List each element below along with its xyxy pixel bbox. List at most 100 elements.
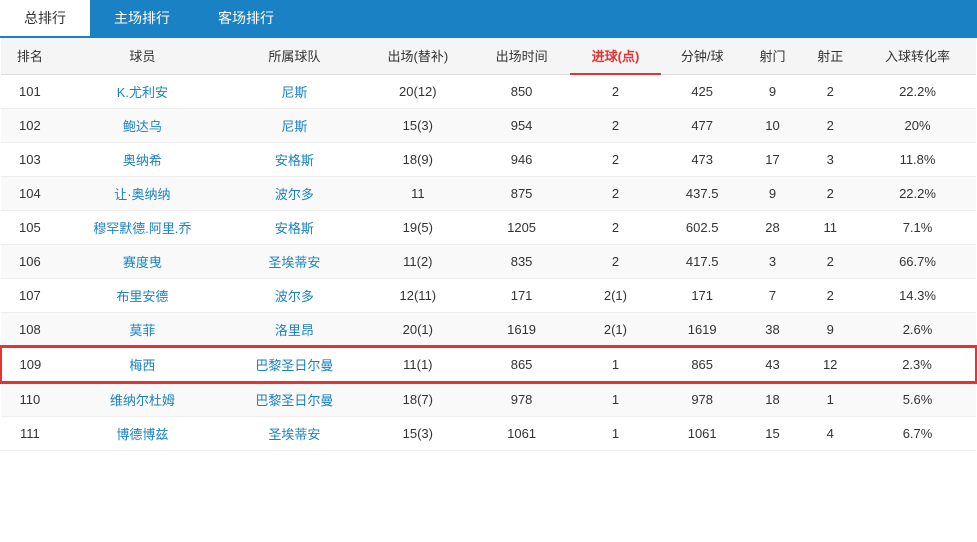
cell-team[interactable]: 安格斯	[226, 210, 363, 244]
cell-goals: 2(1)	[570, 312, 661, 347]
col-conversion: 入球转化率	[859, 38, 976, 74]
cell-conversion: 66.7%	[859, 244, 976, 278]
cell-player[interactable]: K.尤利安	[59, 74, 226, 108]
stats-table: 排名 球员 所属球队 出场(替补) 出场时间 进球(点) 分钟/球 射门 射正 …	[0, 38, 977, 451]
cell-rank: 106	[1, 244, 59, 278]
cell-conversion: 5.6%	[859, 382, 976, 417]
cell-player[interactable]: 鲍达乌	[59, 108, 226, 142]
cell-rank: 109	[1, 347, 59, 382]
cell-shots: 38	[744, 312, 802, 347]
cell-appearances: 20(1)	[363, 312, 473, 347]
cell-rank: 102	[1, 108, 59, 142]
cell-goals: 2(1)	[570, 278, 661, 312]
col-team: 所属球队	[226, 38, 363, 74]
cell-conversion: 2.3%	[859, 347, 976, 382]
tabs-container: 总排行 主场排行 客场排行	[0, 0, 977, 38]
cell-player[interactable]: 布里安德	[59, 278, 226, 312]
cell-min_per_goal: 171	[661, 278, 744, 312]
cell-appearances: 18(9)	[363, 142, 473, 176]
cell-player[interactable]: 博德博兹	[59, 416, 226, 450]
col-on-target: 射正	[801, 38, 859, 74]
cell-team[interactable]: 尼斯	[226, 108, 363, 142]
tab-overall[interactable]: 总排行	[0, 0, 90, 36]
tab-bar: 总排行 主场排行 客场排行	[0, 0, 977, 38]
cell-team[interactable]: 圣埃蒂安	[226, 244, 363, 278]
cell-conversion: 22.2%	[859, 176, 976, 210]
cell-team[interactable]: 波尔多	[226, 278, 363, 312]
cell-minutes_played: 850	[473, 74, 570, 108]
cell-appearances: 15(3)	[363, 416, 473, 450]
cell-shots: 17	[744, 142, 802, 176]
cell-player[interactable]: 让·奥纳纳	[59, 176, 226, 210]
table-row: 104让·奥纳纳波尔多118752437.59222.2%	[1, 176, 976, 210]
cell-goals: 2	[570, 244, 661, 278]
tab-home[interactable]: 主场排行	[90, 0, 194, 36]
table-row: 111博德博兹圣埃蒂安15(3)1061110611546.7%	[1, 416, 976, 450]
cell-minutes_played: 875	[473, 176, 570, 210]
cell-min_per_goal: 477	[661, 108, 744, 142]
cell-minutes_played: 1061	[473, 416, 570, 450]
cell-shots: 7	[744, 278, 802, 312]
cell-player[interactable]: 奥纳希	[59, 142, 226, 176]
cell-on_target: 2	[801, 244, 859, 278]
cell-conversion: 2.6%	[859, 312, 976, 347]
cell-conversion: 20%	[859, 108, 976, 142]
cell-minutes_played: 1205	[473, 210, 570, 244]
cell-team[interactable]: 圣埃蒂安	[226, 416, 363, 450]
cell-shots: 15	[744, 416, 802, 450]
table-row: 105穆罕默德.阿里.乔安格斯19(5)12052602.528117.1%	[1, 210, 976, 244]
cell-min_per_goal: 425	[661, 74, 744, 108]
cell-team[interactable]: 安格斯	[226, 142, 363, 176]
cell-on_target: 1	[801, 382, 859, 417]
cell-appearances: 15(3)	[363, 108, 473, 142]
cell-min_per_goal: 437.5	[661, 176, 744, 210]
cell-appearances: 11(1)	[363, 347, 473, 382]
cell-shots: 9	[744, 176, 802, 210]
cell-on_target: 12	[801, 347, 859, 382]
cell-rank: 101	[1, 74, 59, 108]
cell-team[interactable]: 巴黎圣日尔曼	[226, 347, 363, 382]
cell-player[interactable]: 莫菲	[59, 312, 226, 347]
cell-on_target: 2	[801, 278, 859, 312]
table-container: 排名 球员 所属球队 出场(替补) 出场时间 进球(点) 分钟/球 射门 射正 …	[0, 38, 977, 451]
cell-goals: 1	[570, 416, 661, 450]
cell-minutes_played: 954	[473, 108, 570, 142]
cell-conversion: 7.1%	[859, 210, 976, 244]
col-min-per-goal: 分钟/球	[661, 38, 744, 74]
table-row: 103奥纳希安格斯18(9)946247317311.8%	[1, 142, 976, 176]
cell-goals: 2	[570, 108, 661, 142]
cell-player[interactable]: 维纳尔杜姆	[59, 382, 226, 417]
cell-appearances: 11	[363, 176, 473, 210]
cell-goals: 1	[570, 382, 661, 417]
cell-shots: 43	[744, 347, 802, 382]
col-minutes: 出场时间	[473, 38, 570, 74]
cell-rank: 108	[1, 312, 59, 347]
cell-on_target: 11	[801, 210, 859, 244]
cell-rank: 111	[1, 416, 59, 450]
cell-rank: 103	[1, 142, 59, 176]
cell-appearances: 18(7)	[363, 382, 473, 417]
table-row: 102鲍达乌尼斯15(3)954247710220%	[1, 108, 976, 142]
cell-appearances: 19(5)	[363, 210, 473, 244]
cell-goals: 2	[570, 176, 661, 210]
cell-goals: 2	[570, 142, 661, 176]
cell-on_target: 3	[801, 142, 859, 176]
cell-shots: 9	[744, 74, 802, 108]
cell-minutes_played: 835	[473, 244, 570, 278]
cell-team[interactable]: 洛里昂	[226, 312, 363, 347]
cell-team[interactable]: 巴黎圣日尔曼	[226, 382, 363, 417]
cell-player[interactable]: 赛度曳	[59, 244, 226, 278]
cell-shots: 3	[744, 244, 802, 278]
cell-team[interactable]: 尼斯	[226, 74, 363, 108]
col-rank: 排名	[1, 38, 59, 74]
table-row: 101K.尤利安尼斯20(12)85024259222.2%	[1, 74, 976, 108]
cell-player[interactable]: 穆罕默德.阿里.乔	[59, 210, 226, 244]
cell-minutes_played: 865	[473, 347, 570, 382]
cell-player[interactable]: 梅西	[59, 347, 226, 382]
table-row: 107布里安德波尔多12(11)1712(1)1717214.3%	[1, 278, 976, 312]
tab-away[interactable]: 客场排行	[194, 0, 298, 36]
cell-min_per_goal: 602.5	[661, 210, 744, 244]
col-goals: 进球(点)	[570, 38, 661, 74]
cell-team[interactable]: 波尔多	[226, 176, 363, 210]
cell-shots: 10	[744, 108, 802, 142]
